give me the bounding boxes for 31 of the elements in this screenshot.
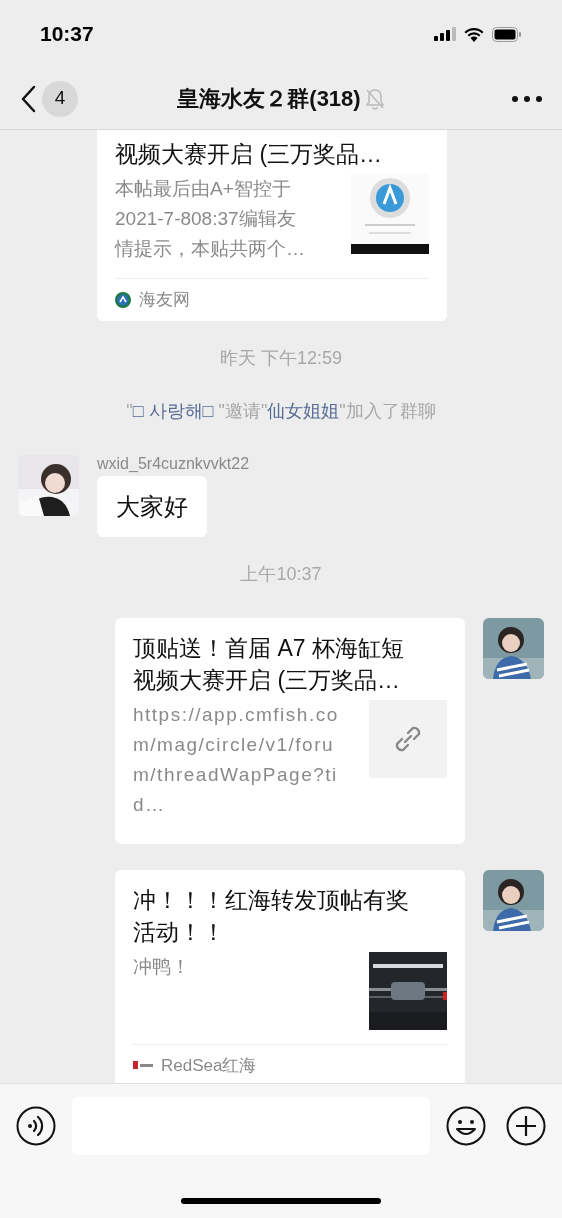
card-title: 顶贴送！首届 A7 杯海缸短视频大赛开启 (三万奖品… — [133, 633, 405, 695]
link-card[interactable]: 视频大赛开启 (三万奖品… 本帖最后由A+智控于2021-7-808:37编辑友情提示，本贴共两个… 海友网 — [97, 130, 447, 321]
link-card[interactable]: 冲！！！红海转发顶帖有奖活动！！ 冲鸭！ RedSea红海 — [115, 869, 465, 1083]
card-title: 冲！！！红海转发顶帖有奖活动！！ — [133, 885, 410, 947]
timestamp: 上午10:37 — [240, 562, 322, 586]
back-icon[interactable] — [20, 84, 36, 113]
card-title: 视频大赛开启 (三万奖品… — [115, 140, 384, 169]
member-name-link[interactable]: 仙女姐姐 — [267, 400, 340, 421]
card-description: 本帖最后由A+智控于2021-7-808:37编辑友情提示，本贴共两个… — [115, 177, 306, 261]
site-logo-icon — [133, 1060, 153, 1071]
battery-icon — [492, 26, 522, 42]
sender-name: wxid_5r4cuznkvvkt22 — [97, 454, 250, 473]
card-description: https://app.cmfish.com/mag/circle/v1/forum/threadWapPage?tid… — [133, 702, 340, 817]
link-card[interactable]: 顶贴送！首届 A7 杯海缸短视频大赛开启 (三万奖品… https://app.cmfish.com/mag/circle/v1/forum/threadWapPage?tid… — [115, 617, 465, 844]
system-message: "□ 사랑해□ "邀请"仙女姐姐"加入了群聊 — [126, 399, 436, 423]
card-source: 海友网 — [139, 289, 190, 311]
signal-icon — [434, 27, 456, 41]
member-name-link[interactable]: □ 사랑해□ — [132, 400, 214, 421]
unread-count-badge: 4 — [42, 80, 78, 117]
wifi-icon — [464, 26, 484, 42]
timestamp: 昨天 下午12:59 — [219, 346, 342, 370]
chat-title: 皇海水友２群(318) — [177, 85, 361, 113]
plus-icon[interactable] — [506, 1106, 546, 1146]
voice-icon[interactable] — [16, 1106, 56, 1146]
card-description: 冲鸭！ — [133, 954, 191, 979]
emoji-icon[interactable] — [446, 1106, 486, 1146]
more-icon[interactable] — [512, 95, 542, 102]
card-source: RedSea红海 — [161, 1054, 257, 1077]
status-time: 10:37 — [40, 21, 94, 48]
message-bubble: 大家好 — [97, 475, 207, 537]
site-logo-icon — [115, 291, 131, 308]
